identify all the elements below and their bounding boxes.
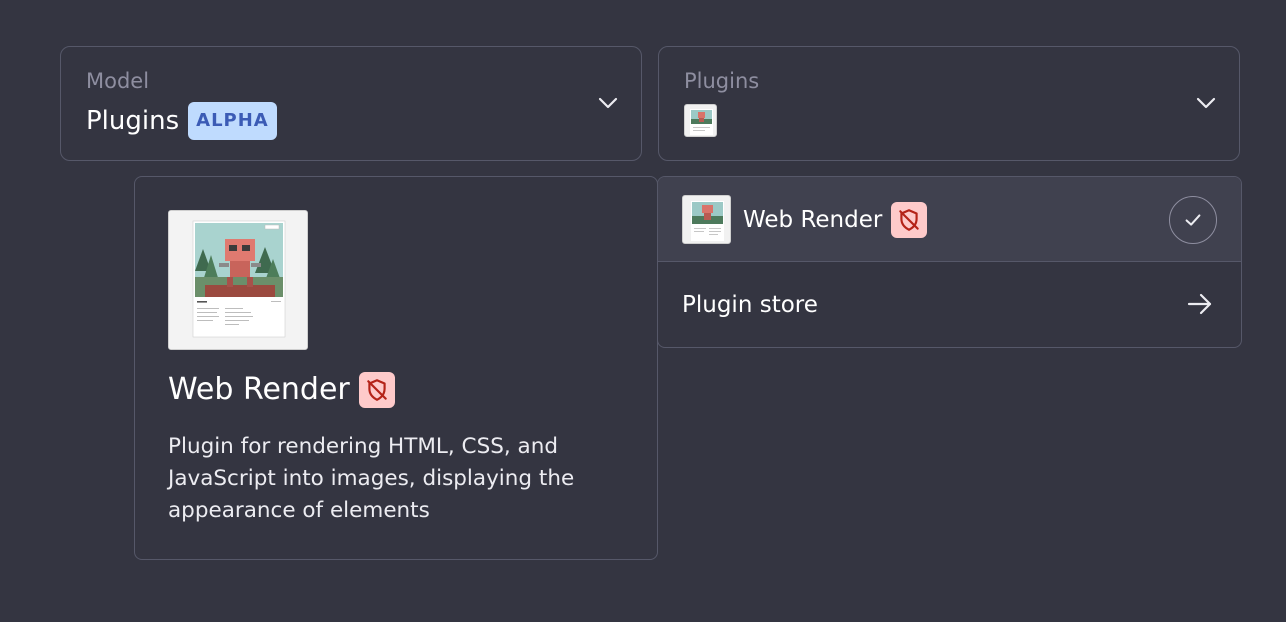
model-select[interactable]: Model Plugins ALPHA [60,46,642,161]
plugin-option-label: Web Render [743,207,883,233]
arrow-right-icon [1187,293,1212,315]
plugin-store-link[interactable]: Plugin store [658,262,1241,347]
plugin-option-name-row: Web Render [743,202,928,238]
plugins-select[interactable]: Plugins [658,46,1240,161]
unverified-badge [358,372,395,408]
alpha-badge: ALPHA [188,102,277,140]
model-select-value-text: Plugins [86,106,180,136]
plugins-dropdown-menu: Web Render Plugin store [657,176,1242,348]
web-render-plugin-icon [684,104,717,137]
shield-off-icon [367,379,387,401]
plugin-store-label: Plugin store [682,292,818,318]
web-render-plugin-icon [168,210,308,350]
plugin-detail-title: Web Render [168,372,350,407]
unverified-badge [891,202,928,238]
chevron-down-icon[interactable] [597,94,619,112]
chevron-down-icon[interactable] [1195,94,1217,112]
plugin-detail-card: Web Render Plugin for rendering HTML, CS… [134,176,658,560]
plugin-detail-title-row: Web Render [168,372,395,408]
check-icon [1185,214,1201,226]
selected-checkmark[interactable] [1169,196,1217,244]
plugin-option-web-render[interactable]: Web Render [658,177,1241,262]
plugin-detail-description: Plugin for rendering HTML, CSS, and Java… [168,434,575,523]
model-select-label: Model [86,69,150,93]
model-select-value: Plugins ALPHA [86,102,277,140]
plugins-select-label: Plugins [684,69,760,93]
web-render-plugin-icon [682,195,731,244]
shield-off-icon [899,209,920,231]
